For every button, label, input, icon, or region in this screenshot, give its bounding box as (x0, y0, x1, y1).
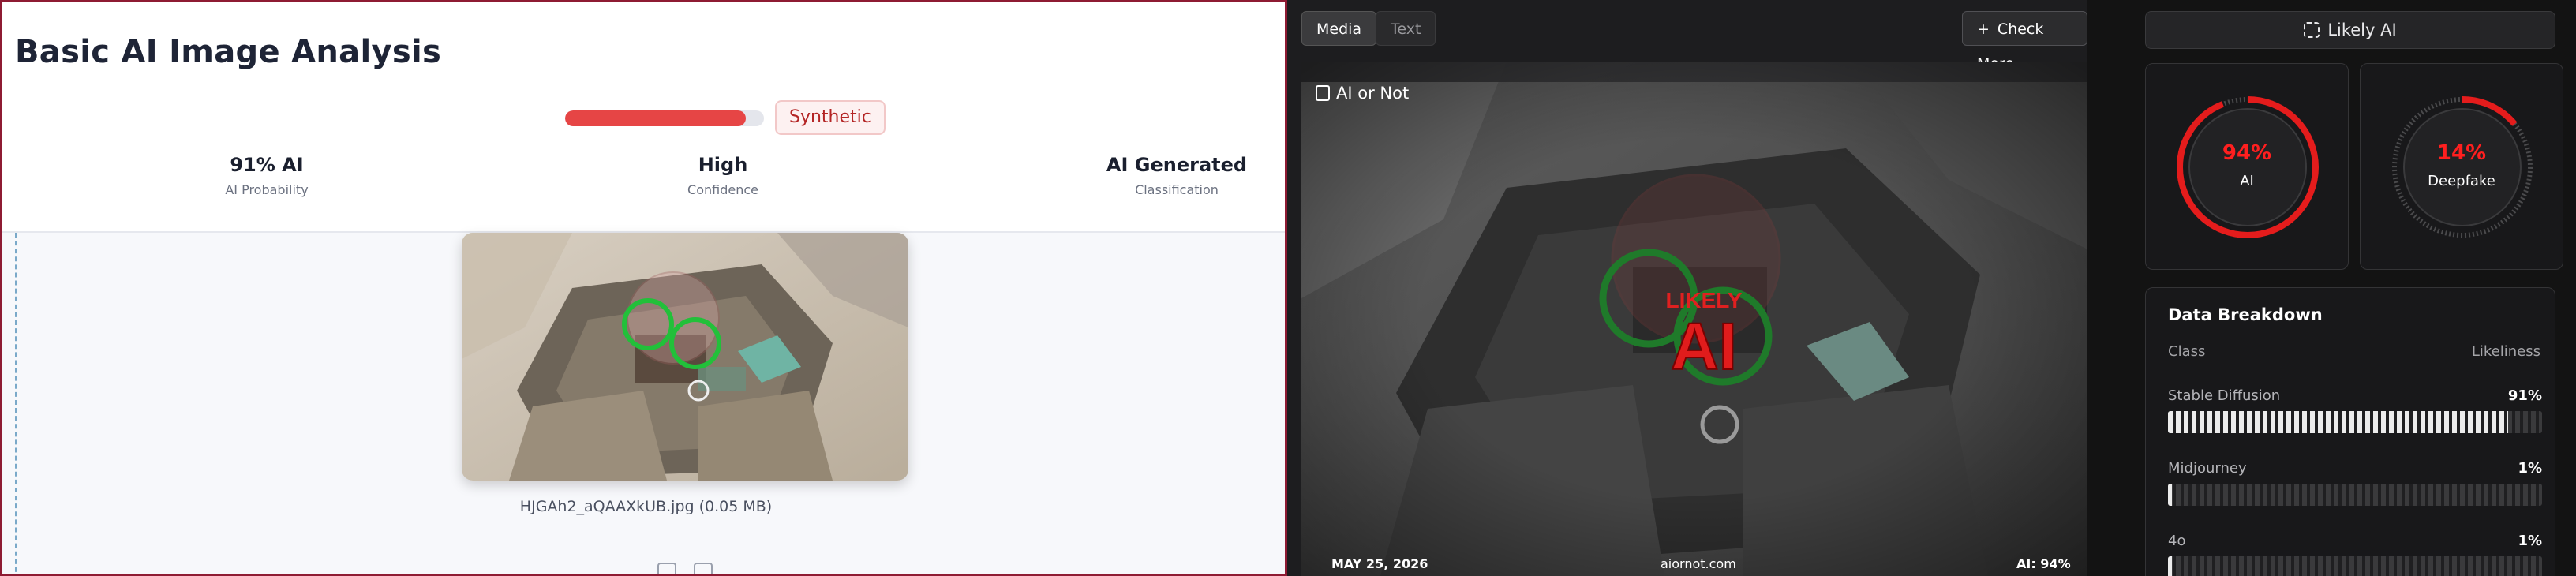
gauge-ai-ring (2177, 96, 2319, 238)
gauge-ai: 94% AI (2145, 63, 2349, 270)
breakdown-bar-fill (2168, 556, 2172, 576)
stat-label: AI Probability (225, 182, 309, 197)
ai-or-not-viewer: Media Text +Check More (1287, 0, 2091, 576)
breakdown-class-value: 91% (2507, 387, 2542, 404)
scan-frame-icon (2304, 22, 2320, 38)
stat-classification: AI Generated Classification (1098, 154, 1256, 197)
tab-text[interactable]: Text (1376, 11, 1436, 46)
ai-probability-bar-fill (565, 110, 747, 126)
breakdown-class-name: Midjourney (2168, 460, 2247, 477)
results-sidebar: Likely AI 94% AI 14% Deepfake Data Break… (2087, 0, 2576, 576)
check-more-button[interactable]: +Check More (1962, 11, 2087, 73)
likely-ai-header: Likely AI (2145, 11, 2555, 49)
gauge-ai-label: AI (2240, 173, 2254, 189)
tank-photo-illustration (462, 233, 908, 481)
breakdown-bar (2168, 484, 2542, 506)
stat-value: High (698, 154, 748, 176)
page-title: Basic AI Image Analysis (15, 34, 442, 70)
stat-value: AI Generated (1106, 154, 1248, 176)
footer-date: MAY 25, 2026 (1331, 556, 1428, 571)
data-breakdown-title: Data Breakdown (2168, 305, 2323, 324)
likely-ai-label: Likely AI (2327, 21, 2397, 39)
breakdown-class-name: 4o (2168, 533, 2186, 549)
column-class-header: Class (2168, 343, 2206, 360)
tank-photo-large-illustration: LIKELY AI (1301, 62, 2091, 576)
gauge-deepfake-percent: 14% (2436, 141, 2487, 165)
breakdown-row-stable-diffusion: Stable Diffusion 91% (2168, 387, 2542, 433)
footer-score: AI: 94% (2016, 556, 2071, 571)
analyzed-image-thumbnail[interactable] (462, 233, 908, 481)
image-filename: HJGAh2_aQAAXkUB.jpg (0.05 MB) (519, 498, 773, 515)
check-more-plus-icon: + (1977, 21, 1990, 38)
gauge-deepfake-label: Deepfake (2428, 173, 2496, 189)
column-likeliness-header: Likeliness (2471, 343, 2540, 360)
stat-value: 91% AI (230, 154, 304, 176)
basic-analysis-panel: Basic AI Image Analysis Synthetic 91% AI… (0, 0, 1287, 576)
thumbs-down-icon[interactable] (694, 563, 713, 574)
stat-label: Confidence (687, 182, 758, 197)
breakdown-row-midjourney: Midjourney 1% (2168, 460, 2542, 506)
gauge-deepfake-ring (2391, 96, 2533, 238)
image-preview-area: HJGAh2_aQAAXkUB.jpg (0.05 MB) (2, 231, 1285, 574)
breakdown-bar-fill (2168, 484, 2172, 506)
stat-label: Classification (1135, 182, 1219, 197)
aiornot-logo-icon (1316, 85, 1330, 101)
thumbs-up-icon[interactable] (657, 563, 676, 574)
stat-ai-probability: 91% AI AI Probability (188, 154, 346, 197)
dashed-guide (15, 233, 17, 574)
breakdown-class-value: 1% (2518, 460, 2542, 477)
tab-media[interactable]: Media (1301, 11, 1377, 46)
breakdown-class-value: 1% (2518, 533, 2542, 549)
breakdown-bar (2168, 411, 2542, 433)
gauge-ai-percent: 94% (2222, 141, 2272, 165)
ai-overlay-text: AI (1671, 309, 1737, 383)
data-breakdown-card: Data Breakdown Class Likeliness Stable D… (2145, 287, 2555, 576)
gauge-deepfake: 14% Deepfake (2360, 63, 2563, 270)
aiornot-badge-label: AI or Not (1336, 84, 1410, 103)
breakdown-bar-fill (2168, 411, 2509, 433)
stat-confidence: High Confidence (644, 154, 802, 197)
footer-site: aiornot.com (1661, 556, 1736, 571)
aiornot-badge: AI or Not (1316, 84, 1409, 103)
result-image: LIKELY AI AI or Not MAY 25, 2026 aiornot… (1301, 62, 2091, 576)
breakdown-class-name: Stable Diffusion (2168, 387, 2281, 404)
synthetic-badge: Synthetic (775, 100, 886, 135)
breakdown-bar (2168, 556, 2542, 576)
breakdown-row-4o: 4o 1% (2168, 533, 2542, 576)
ai-probability-bar (565, 110, 764, 126)
